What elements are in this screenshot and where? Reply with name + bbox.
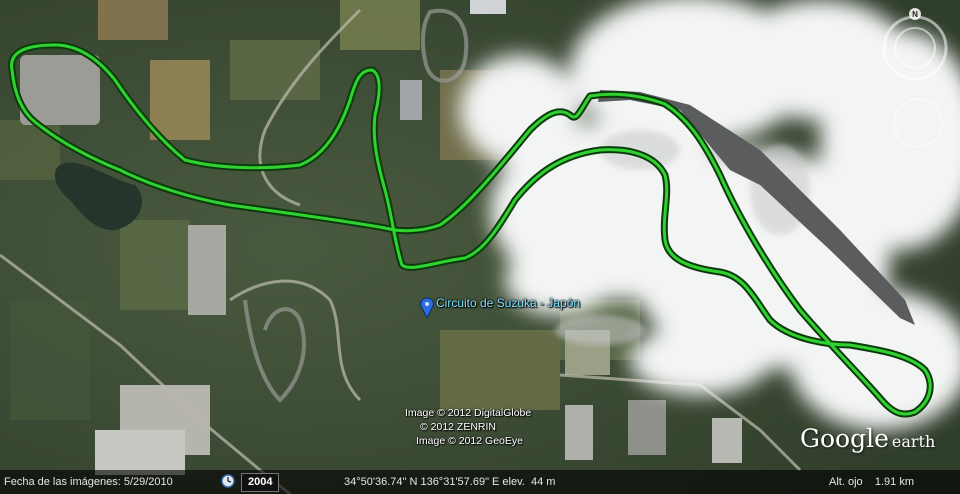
status-bar: Fecha de las imágenes: 5/29/2010 2004 34… — [0, 470, 960, 494]
compass-ring-icon[interactable] — [882, 15, 948, 81]
historical-imagery-clock-icon[interactable] — [221, 474, 235, 488]
look-joystick-icon[interactable] — [893, 98, 943, 148]
imagery-credit: Image © 2012 DigitalGlobe — [405, 407, 532, 419]
logo-google: Google — [800, 424, 889, 453]
north-label: N — [912, 10, 918, 19]
elevation-readout: 44 m — [531, 476, 556, 488]
logo-earth: earth — [891, 432, 936, 451]
historical-year-button[interactable]: 2004 — [241, 473, 280, 492]
eye-altitude: Alt. ojo 1.91 km — [829, 476, 914, 488]
imagery-date: Fecha de las imágenes: 5/29/2010 — [4, 476, 173, 488]
satellite-map[interactable] — [0, 0, 960, 494]
imagery-credit: Image © 2012 GeoEye — [416, 435, 523, 447]
google-earth-logo: Google earth — [800, 424, 935, 453]
placemark-label[interactable]: Circuito de Suzuka - Japón — [436, 296, 580, 310]
navigation-controls[interactable]: N — [880, 6, 950, 156]
imagery-credit: © 2012 ZENRIN — [420, 421, 497, 433]
pointer-coordinates: 34°50'36.74" N 136°31'57.69" E elev. — [344, 476, 525, 488]
